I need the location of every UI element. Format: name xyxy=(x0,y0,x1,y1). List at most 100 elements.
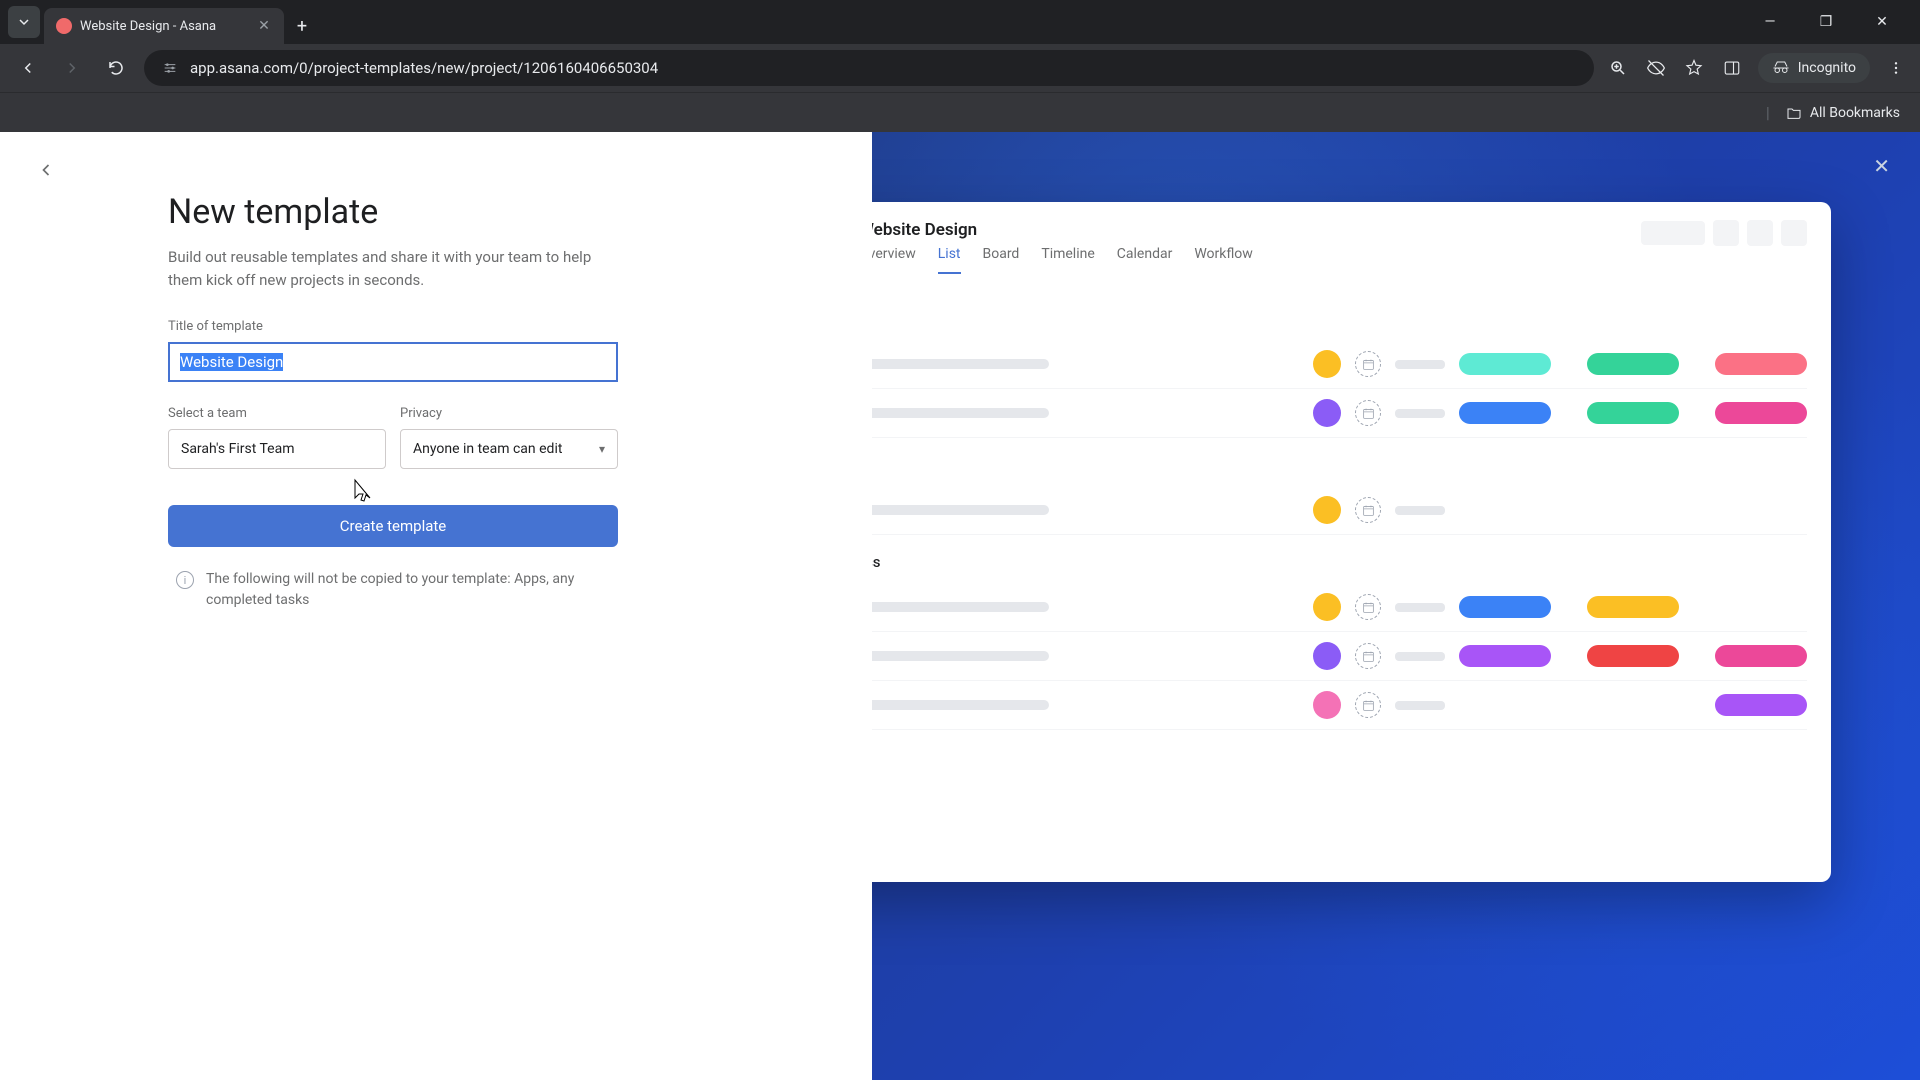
section-title: Ideas xyxy=(872,310,1807,328)
close-tab-icon[interactable]: ✕ xyxy=(256,18,272,34)
title-label: Title of template xyxy=(168,319,622,334)
url-bar[interactable]: app.asana.com/0/project-templates/new/pr… xyxy=(144,50,1594,86)
task-title-placeholder xyxy=(872,408,1049,418)
page-description: Build out reusable templates and share i… xyxy=(168,246,618,291)
bookmarks-bar: | All Bookmarks xyxy=(0,92,1920,132)
preview-tab-list[interactable]: List xyxy=(938,246,961,274)
tag-pill xyxy=(1587,596,1679,618)
header-placeholder xyxy=(1713,220,1739,246)
browser-tab[interactable]: Website Design - Asana ✕ xyxy=(44,8,284,44)
preview-tab-workflow[interactable]: Workflow xyxy=(1194,246,1253,274)
assignee-avatar[interactable] xyxy=(1313,691,1341,719)
privacy-select[interactable]: Anyone in team can edit ▾ xyxy=(400,429,618,469)
due-date-icon[interactable] xyxy=(1355,594,1381,620)
due-date-icon[interactable] xyxy=(1355,692,1381,718)
task-row[interactable] xyxy=(872,340,1807,389)
task-row[interactable] xyxy=(872,389,1807,438)
due-date-icon[interactable] xyxy=(1355,400,1381,426)
chevron-down-icon: ▾ xyxy=(599,442,605,456)
reload-button[interactable] xyxy=(100,52,132,84)
privacy-label: Privacy xyxy=(400,406,618,421)
tag-pill xyxy=(1715,499,1807,521)
close-button[interactable]: ✕ xyxy=(1873,154,1890,178)
eye-off-icon[interactable] xyxy=(1644,56,1668,80)
preview-tabs: Overview List Board Timeline Calendar Workflo… xyxy=(872,246,1625,274)
bookmark-star-icon[interactable] xyxy=(1682,56,1706,80)
info-box: i The following will not be copied to yo… xyxy=(168,569,618,611)
all-bookmarks-label: All Bookmarks xyxy=(1810,105,1900,121)
tag-pill xyxy=(1459,596,1551,618)
forward-button[interactable] xyxy=(56,52,88,84)
task-title-placeholder xyxy=(872,651,1049,661)
all-bookmarks-button[interactable]: All Bookmarks xyxy=(1786,105,1900,121)
task-title-placeholder xyxy=(872,359,1049,369)
task-row[interactable] xyxy=(872,583,1807,632)
back-arrow-button[interactable] xyxy=(30,154,62,186)
minimize-button[interactable]: — xyxy=(1752,8,1788,36)
assignee-avatar[interactable] xyxy=(1313,642,1341,670)
header-placeholder xyxy=(1747,220,1773,246)
tag-pill xyxy=(1587,694,1679,716)
preview-tab-board[interactable]: Board xyxy=(983,246,1020,274)
preview-tab-overview[interactable]: Overview xyxy=(872,246,916,274)
menu-icon[interactable] xyxy=(1884,56,1908,80)
assignee-avatar[interactable] xyxy=(1313,593,1341,621)
site-settings-icon[interactable] xyxy=(160,58,180,78)
task-row[interactable] xyxy=(872,681,1807,730)
asana-favicon xyxy=(56,18,72,34)
template-title-input[interactable] xyxy=(168,342,618,382)
back-button[interactable] xyxy=(12,52,44,84)
header-placeholder xyxy=(1641,221,1705,245)
due-date-placeholder xyxy=(1395,360,1445,369)
assignee-avatar[interactable] xyxy=(1313,399,1341,427)
header-placeholder xyxy=(1781,220,1807,246)
tag-pill xyxy=(1587,645,1679,667)
create-template-button[interactable]: Create template xyxy=(168,505,618,547)
tag-pill xyxy=(1715,353,1807,375)
window-controls: — ❐ ✕ xyxy=(1752,8,1912,36)
tag-pill xyxy=(1459,645,1551,667)
due-date-placeholder xyxy=(1395,409,1445,418)
tab-bar: Website Design - Asana ✕ + — ❐ ✕ xyxy=(0,0,1920,44)
preview-tab-timeline[interactable]: Timeline xyxy=(1041,246,1094,274)
task-row[interactable] xyxy=(872,632,1807,681)
due-date-icon[interactable] xyxy=(1355,643,1381,669)
tag-pill xyxy=(1715,402,1807,424)
preview-card: Website Design OverviewListBoardTimeline… xyxy=(872,202,1831,882)
tag-pill xyxy=(1459,402,1551,424)
team-label: Select a team xyxy=(168,406,386,421)
close-window-button[interactable]: ✕ xyxy=(1864,8,1900,36)
due-date-placeholder xyxy=(1395,701,1445,710)
side-panel-icon[interactable] xyxy=(1720,56,1744,80)
tag-pill xyxy=(1587,402,1679,424)
maximize-button[interactable]: ❐ xyxy=(1808,8,1844,36)
tag-pill xyxy=(1459,353,1551,375)
form-panel: New template Build out reusable template… xyxy=(0,132,872,1080)
task-row[interactable] xyxy=(872,486,1807,535)
tag-pill xyxy=(1715,596,1807,618)
tab-title: Website Design - Asana xyxy=(80,19,248,34)
due-date-icon[interactable] xyxy=(1355,351,1381,377)
tab-search-dropdown[interactable] xyxy=(8,6,40,38)
task-title-placeholder xyxy=(872,505,1049,515)
section-title: In progress xyxy=(872,553,1807,571)
task-title-placeholder xyxy=(872,700,1049,710)
assignee-avatar[interactable] xyxy=(1313,496,1341,524)
team-select[interactable]: Sarah's First Team xyxy=(168,429,386,469)
preview-tab-calendar[interactable]: Calendar xyxy=(1117,246,1173,274)
incognito-label: Incognito xyxy=(1798,60,1856,76)
zoom-icon[interactable] xyxy=(1606,56,1630,80)
tag-pill xyxy=(1715,694,1807,716)
tag-pill xyxy=(1587,353,1679,375)
incognito-badge[interactable]: Incognito xyxy=(1758,53,1870,83)
due-date-placeholder xyxy=(1395,652,1445,661)
assignee-avatar[interactable] xyxy=(1313,350,1341,378)
team-value: Sarah's First Team xyxy=(181,441,295,457)
preview-sections: Ideas To do In progress xyxy=(872,274,1831,748)
section-title: To do xyxy=(872,456,1807,474)
new-tab-button[interactable]: + xyxy=(288,12,316,40)
due-date-icon[interactable] xyxy=(1355,497,1381,523)
tag-pill xyxy=(1715,645,1807,667)
preview-panel: ✕ Website Design OverviewListBoardTimeli… xyxy=(872,132,1920,1080)
page-title: New template xyxy=(168,192,622,232)
